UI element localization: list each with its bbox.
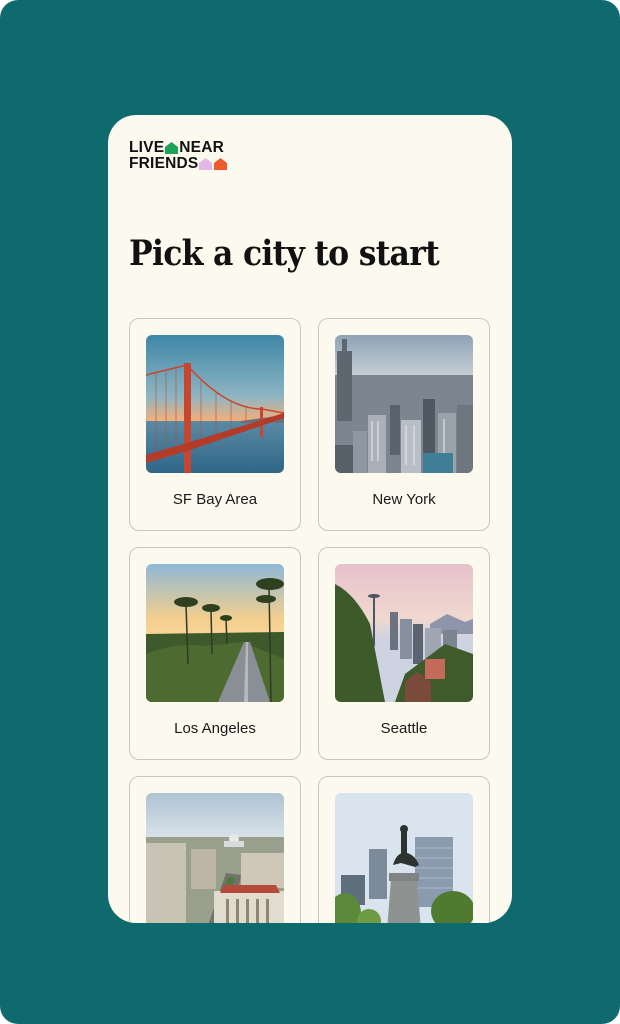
city-card-washington-dc[interactable]	[129, 776, 301, 923]
pink-house-icon	[199, 157, 213, 170]
city-card-los-angeles[interactable]: Los Angeles	[129, 547, 301, 760]
city-card-boston[interactable]	[318, 776, 490, 923]
logo-text-live: LIVE	[129, 139, 165, 156]
manhattan-skyline-photo	[335, 335, 473, 473]
space-needle-photo	[335, 564, 473, 702]
city-card-label: New York	[372, 491, 436, 508]
green-house-icon	[165, 141, 179, 154]
logo-text-friends: FRIENDS	[129, 155, 199, 172]
page-title: Pick a city to start	[129, 233, 440, 274]
golden-gate-bridge-photo	[146, 335, 284, 473]
city-card-label: SF Bay Area	[172, 491, 258, 508]
washington-dc-capitol-photo	[146, 793, 284, 923]
city-card-seattle[interactable]: Seattle	[318, 547, 490, 760]
city-card-label: Seattle	[380, 720, 428, 737]
palm-tree-road-photo	[146, 564, 284, 702]
phone-screen: LIVE NEAR FRIENDS Pick a city to start S…	[108, 115, 512, 923]
orange-house-icon	[214, 157, 228, 170]
live-near-friends-logo[interactable]: LIVE NEAR FRIENDS	[129, 140, 249, 172]
city-card-sf-bay-area[interactable]: SF Bay Area	[129, 318, 301, 531]
city-card-new-york[interactable]: New York	[318, 318, 490, 531]
city-card-label: Los Angeles	[174, 720, 256, 737]
logo-text-near: NEAR	[179, 139, 224, 156]
app-background: LIVE NEAR FRIENDS Pick a city to start S…	[0, 0, 620, 1024]
boston-statue-photo	[335, 793, 473, 923]
